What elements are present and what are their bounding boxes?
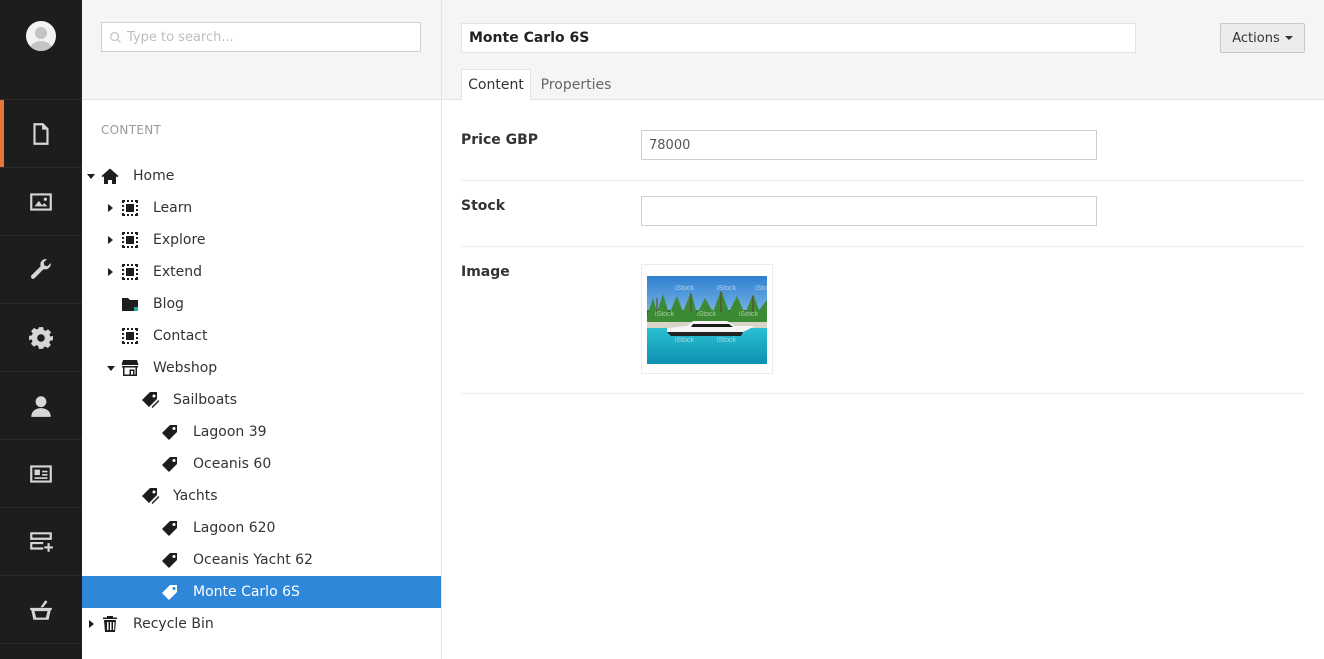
- id-card-icon: [30, 464, 52, 483]
- property-label: Stock: [461, 198, 506, 214]
- tag-icon: [161, 423, 179, 441]
- trash-icon: [101, 615, 119, 633]
- form-add-icon: [30, 531, 53, 552]
- caret-right-icon[interactable]: [108, 204, 113, 212]
- content-editor: Actions Content Properties Price GBP Sto…: [442, 0, 1324, 659]
- tab-properties[interactable]: Properties: [536, 69, 616, 100]
- section-settings[interactable]: [0, 236, 82, 304]
- tree-node-learn[interactable]: Learn: [82, 192, 441, 224]
- property-label: Image: [461, 264, 510, 280]
- svg-text:iStock: iStock: [675, 285, 695, 292]
- tags-icon: [141, 391, 159, 409]
- caret-right-icon[interactable]: [108, 268, 113, 276]
- avatar-area: [0, 0, 82, 100]
- yacht-photo: iStock iStock iStock iStock iStock iStock iS…: [647, 276, 767, 364]
- user-icon: [31, 395, 51, 417]
- section-rail: [0, 0, 82, 659]
- tree-node-monte-carlo-6s[interactable]: Monte Carlo 6S: [82, 576, 441, 608]
- content-tree: Home Learn Explore Extend Blog Contact W…: [82, 160, 441, 640]
- price-gbp-input[interactable]: [641, 130, 1097, 160]
- property-stock: Stock: [461, 181, 1304, 247]
- content-tree-panel: CONTENT Home Learn Explore Extend: [82, 0, 442, 659]
- dashed-box-icon: [121, 327, 139, 345]
- node-name-input[interactable]: [461, 23, 1136, 53]
- gear-icon: [29, 326, 53, 349]
- tree-node-extend[interactable]: Extend: [82, 256, 441, 288]
- tree-node-explore[interactable]: Explore: [82, 224, 441, 256]
- caret-down-icon[interactable]: [87, 173, 95, 179]
- tree-node-home[interactable]: Home: [82, 160, 441, 192]
- caret-right-icon[interactable]: [89, 620, 94, 628]
- actions-button[interactable]: Actions: [1220, 23, 1305, 53]
- svg-text:iStock: iStock: [655, 311, 675, 318]
- tree-node-lagoon-620[interactable]: Lagoon 620: [82, 512, 441, 544]
- property-image: Image iStockiStockiStock iStockiStocki: [461, 247, 1304, 394]
- section-commerce[interactable]: [0, 576, 82, 644]
- dashed-box-icon: [121, 231, 139, 249]
- svg-text:iStock: iStock: [697, 311, 717, 318]
- folder-icon: [121, 295, 139, 313]
- section-members[interactable]: [0, 440, 82, 508]
- basket-icon: [30, 599, 52, 620]
- stock-input[interactable]: [641, 196, 1097, 226]
- section-users[interactable]: [0, 372, 82, 440]
- home-icon: [101, 167, 119, 185]
- wrench-icon: [30, 258, 51, 279]
- image-icon: [30, 192, 52, 211]
- tree-node-sailboats[interactable]: Sailboats: [82, 384, 441, 416]
- search-box[interactable]: [101, 22, 421, 52]
- tag-icon: [161, 455, 179, 473]
- tree-node-yachts[interactable]: Yachts: [82, 480, 441, 512]
- tag-icon: [161, 583, 179, 601]
- section-content[interactable]: [0, 100, 82, 168]
- editor-header: Actions Content Properties: [442, 0, 1324, 100]
- section-title: CONTENT: [101, 123, 162, 137]
- image-thumbnail[interactable]: iStock iStock iStock iStock iStock iStock iS…: [641, 264, 773, 374]
- shop-icon: [121, 359, 139, 377]
- document-icon: [33, 122, 49, 145]
- search-icon: [110, 31, 121, 43]
- caret-down-icon[interactable]: [107, 365, 115, 371]
- svg-text:iStock: iStock: [739, 311, 759, 318]
- tree-node-lagoon-39[interactable]: Lagoon 39: [82, 416, 441, 448]
- dashed-box-icon: [121, 199, 139, 217]
- tree-node-webshop[interactable]: Webshop: [82, 352, 441, 384]
- property-price-gbp: Price GBP: [461, 100, 1304, 181]
- svg-text:iStock: iStock: [717, 285, 737, 292]
- search-input[interactable]: [127, 29, 407, 45]
- tree-node-oceanis-60[interactable]: Oceanis 60: [82, 448, 441, 480]
- section-developer[interactable]: [0, 304, 82, 372]
- svg-text:iStock: iStock: [755, 285, 767, 292]
- tags-icon: [141, 487, 159, 505]
- tree-node-oceanis-yacht-62[interactable]: Oceanis Yacht 62: [82, 544, 441, 576]
- section-forms[interactable]: [0, 508, 82, 576]
- caret-right-icon[interactable]: [108, 236, 113, 244]
- tree-node-contact[interactable]: Contact: [82, 320, 441, 352]
- svg-text:iStock: iStock: [675, 337, 695, 344]
- svg-text:iStock: iStock: [717, 337, 737, 344]
- tag-icon: [161, 519, 179, 537]
- tree-node-recycle-bin[interactable]: Recycle Bin: [82, 608, 441, 640]
- tree-node-blog[interactable]: Blog: [82, 288, 441, 320]
- tab-content[interactable]: Content: [461, 69, 531, 100]
- section-media[interactable]: [0, 168, 82, 236]
- dashed-box-icon: [121, 263, 139, 281]
- caret-down-icon: [1284, 36, 1293, 40]
- tag-icon: [161, 551, 179, 569]
- tree-header: [82, 0, 441, 100]
- property-label: Price GBP: [461, 132, 539, 148]
- avatar[interactable]: [26, 21, 56, 51]
